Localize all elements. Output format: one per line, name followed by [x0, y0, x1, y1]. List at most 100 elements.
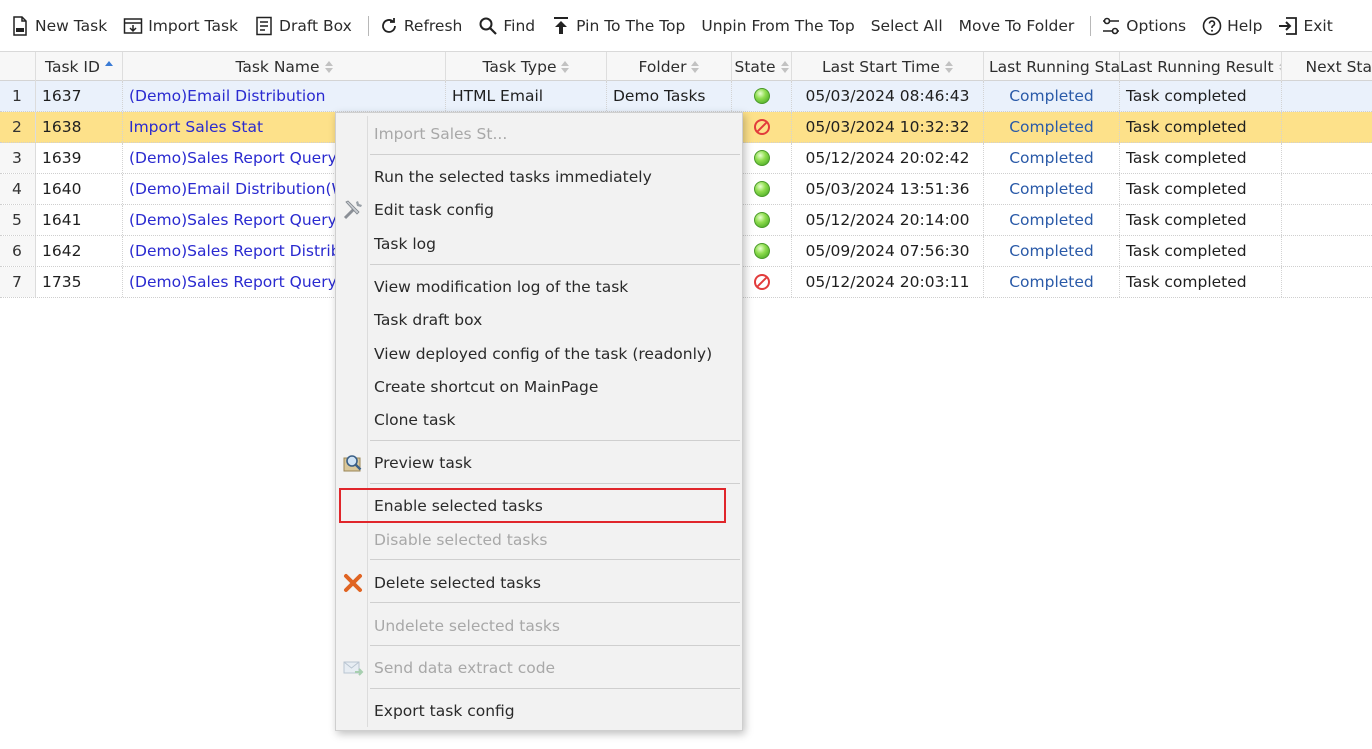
- menu-item-label: Task log: [374, 235, 437, 253]
- help-label: Help: [1227, 16, 1263, 35]
- menu-item-task-draft-box[interactable]: Task draft box: [338, 304, 740, 336]
- find-label: Find: [503, 16, 536, 35]
- row-number: 1: [0, 81, 36, 111]
- column-label: Folder: [638, 57, 687, 76]
- menu-item-label: Create shortcut on MainPage: [374, 378, 599, 396]
- column-label: Last Running Result: [1120, 57, 1274, 76]
- column-header-task-type[interactable]: Task Type: [446, 52, 607, 81]
- toolbar: New Task Import Task Draft Box Refresh F…: [0, 0, 1372, 51]
- row-number: 4: [0, 174, 36, 204]
- options-button[interactable]: Options: [1101, 11, 1192, 41]
- menu-separator: [370, 264, 740, 265]
- last-running-result-cell: Task completed: [1120, 143, 1282, 173]
- options-label: Options: [1126, 16, 1187, 35]
- menu-item-delete-selected-tasks[interactable]: Delete selected tasks: [338, 567, 740, 599]
- move-folder-button[interactable]: Move To Folder: [959, 11, 1081, 41]
- next-start-cell: [1282, 267, 1372, 297]
- find-button[interactable]: Find: [478, 11, 541, 41]
- import-icon: [123, 16, 143, 36]
- menu-item-run-the-selected-tasks-immediately[interactable]: Run the selected tasks immediately: [338, 161, 740, 193]
- menu-item-label: Undelete selected tasks: [374, 617, 560, 635]
- unpin-top-label: Unpin From The Top: [701, 16, 855, 35]
- menu-item-label: Edit task config: [374, 201, 494, 219]
- grid-header: Task ID Task Name Task Type Folder State…: [0, 51, 1372, 81]
- menu-item-task-log[interactable]: Task log: [338, 228, 740, 260]
- pin-top-button[interactable]: Pin To The Top: [551, 11, 691, 41]
- menu-separator: [370, 688, 740, 689]
- sort-icon: [780, 60, 789, 73]
- column-header-task-name[interactable]: Task Name: [123, 52, 446, 81]
- sort-ascending-icon: [104, 60, 113, 73]
- menu-item-label: Run the selected tasks immediately: [374, 168, 652, 186]
- next-start-cell: [1282, 236, 1372, 266]
- help-icon: [1202, 16, 1222, 36]
- column-label: Last Start Time: [822, 57, 940, 76]
- import-task-label: Import Task: [148, 16, 239, 35]
- column-label: Task ID: [45, 57, 100, 76]
- menu-item-create-shortcut-on-mainpage[interactable]: Create shortcut on MainPage: [338, 371, 740, 403]
- move-folder-label: Move To Folder: [958, 16, 1075, 35]
- red-x-icon: [338, 567, 368, 599]
- exit-button[interactable]: Exit: [1278, 11, 1338, 41]
- last-start-time-cell: 05/12/2024 20:02:42: [792, 143, 984, 173]
- column-header-task-id[interactable]: Task ID: [36, 52, 123, 81]
- select-all-label: Select All: [870, 16, 943, 35]
- menu-item-icon-slot: [338, 161, 368, 193]
- menu-item-label: Send data extract code: [374, 659, 556, 677]
- import-task-button[interactable]: Import Task: [123, 11, 244, 41]
- sort-icon: [324, 60, 333, 73]
- column-header-next-start[interactable]: Next Sta: [1282, 52, 1372, 81]
- refresh-button[interactable]: Refresh: [379, 11, 469, 41]
- menu-item-view-modification-log-of-the-task[interactable]: View modification log of the task: [338, 271, 740, 303]
- menu-item-import-sales-st: Import Sales St...: [338, 118, 740, 150]
- menu-item-edit-task-config[interactable]: Edit task config: [338, 194, 740, 226]
- search-icon: [478, 16, 498, 36]
- magnifier-preview-icon: [338, 447, 368, 479]
- menu-item-view-deployed-config-of-the-task-readonly[interactable]: View deployed config of the task (readon…: [338, 338, 740, 370]
- task-name-cell: (Demo)Email Distribution: [123, 81, 446, 111]
- table-row[interactable]: 1 1637 (Demo)Email Distribution HTML Email D…: [0, 81, 1372, 112]
- state-cell: [732, 81, 792, 111]
- menu-item-clone-task[interactable]: Clone task: [338, 404, 740, 436]
- column-header-last-start-time[interactable]: Last Start Time: [792, 52, 984, 81]
- column-header-last-running-result[interactable]: Last Running Result: [1120, 52, 1282, 81]
- wrench-screwdriver-icon: [338, 194, 368, 226]
- unpin-top-button[interactable]: Unpin From The Top: [701, 11, 860, 41]
- column-header-last-running-status[interactable]: Last Running Stat: [984, 52, 1120, 81]
- disabled-status-icon: [753, 274, 770, 290]
- menu-separator: [370, 440, 740, 441]
- menu-item-label: Clone task: [374, 411, 456, 429]
- column-header-folder[interactable]: Folder: [607, 52, 732, 81]
- last-start-time-cell: 05/03/2024 13:51:36: [792, 174, 984, 204]
- next-start-cell: [1282, 112, 1372, 142]
- last-running-result-cell: Task completed: [1120, 236, 1282, 266]
- last-start-time-cell: 05/12/2024 20:03:11: [792, 267, 984, 297]
- menu-item-export-task-config[interactable]: Export task config: [338, 695, 740, 727]
- last-running-status-cell: Completed: [984, 143, 1120, 173]
- next-start-cell: [1282, 81, 1372, 111]
- select-all-button[interactable]: Select All: [871, 11, 949, 41]
- column-header-state[interactable]: State: [732, 52, 792, 81]
- menu-item-send-data-extract-code: Send data extract code: [338, 652, 740, 684]
- folder-cell: Demo Tasks: [607, 81, 732, 111]
- row-number: 6: [0, 236, 36, 266]
- last-running-status-cell: Completed: [984, 174, 1120, 204]
- menu-item-icon-slot: [338, 695, 368, 727]
- menu-item-icon-slot: [338, 524, 368, 556]
- last-start-time-cell: 05/09/2024 07:56:30: [792, 236, 984, 266]
- new-task-button[interactable]: New Task: [10, 11, 113, 41]
- menu-item-icon-slot: [338, 304, 368, 336]
- draft-box-label: Draft Box: [279, 16, 352, 35]
- row-number: 7: [0, 267, 36, 297]
- menu-item-preview-task[interactable]: Preview task: [338, 447, 740, 479]
- last-running-result-cell: Task completed: [1120, 174, 1282, 204]
- pin-top-icon: [551, 16, 571, 36]
- help-button[interactable]: Help: [1202, 11, 1268, 41]
- refresh-label: Refresh: [403, 16, 463, 35]
- next-start-cell: [1282, 205, 1372, 235]
- last-running-result-cell: Task completed: [1120, 205, 1282, 235]
- menu-item-undelete-selected-tasks: Undelete selected tasks: [338, 610, 740, 642]
- sort-icon: [944, 60, 953, 73]
- pin-top-label: Pin To The Top: [576, 16, 686, 35]
- draft-box-button[interactable]: Draft Box: [254, 11, 358, 41]
